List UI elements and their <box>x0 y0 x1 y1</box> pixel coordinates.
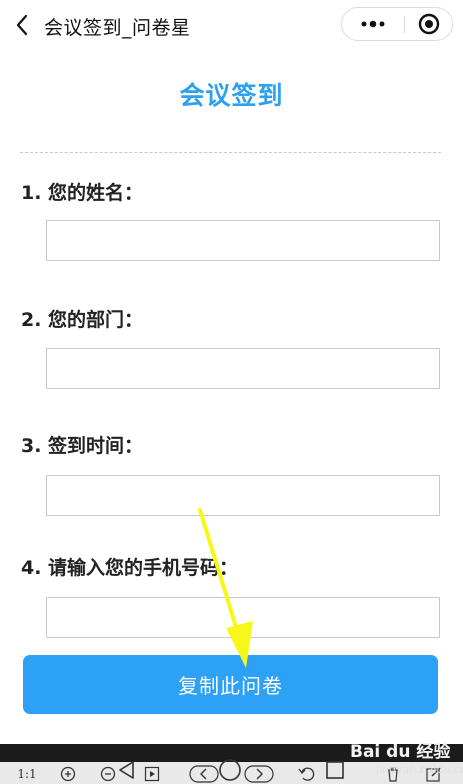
zoom-in-icon <box>60 766 76 782</box>
more-dots-icon <box>361 20 385 28</box>
play-button[interactable] <box>142 764 162 784</box>
target-close-icon <box>418 13 440 35</box>
page-title: 会议签到_问卷星 <box>44 17 191 39</box>
question-1-label: 1. 您的姓名： <box>21 182 144 204</box>
nav-home-button[interactable] <box>216 757 244 783</box>
close-mini-program-button[interactable] <box>412 8 446 40</box>
nav-back-button[interactable] <box>114 757 140 783</box>
form-title: 会议签到 <box>179 81 284 110</box>
more-button[interactable] <box>352 8 394 40</box>
next-page-button[interactable] <box>244 764 274 784</box>
title-divider <box>20 152 441 153</box>
checkin-time-input[interactable] <box>46 475 440 516</box>
watermark-url-text: jingyan.baidu.com <box>376 763 463 776</box>
rotate-button[interactable] <box>296 764 318 784</box>
capsule-divider <box>404 16 405 33</box>
question-2-label: 2. 您的部门： <box>21 309 144 331</box>
phone-input[interactable] <box>46 597 440 638</box>
department-input[interactable] <box>46 348 440 389</box>
watermark-main-text: Bai du 经验 <box>350 742 451 762</box>
question-4-label: 4. 请输入您的手机号码： <box>21 557 239 579</box>
mini-program-capsule <box>341 7 453 41</box>
chevron-right-circle-icon <box>244 765 274 783</box>
copy-survey-button[interactable]: 复制此问卷 <box>23 655 438 714</box>
circle-home-icon <box>219 759 241 781</box>
play-box-icon <box>144 766 160 782</box>
triangle-back-icon <box>119 761 134 779</box>
rotate-icon <box>298 767 315 781</box>
question-3-label: 3. 签到时间： <box>21 435 144 457</box>
nav-recent-button[interactable] <box>322 757 348 783</box>
top-bar: 会议签到_问卷星 <box>0 0 463 52</box>
zoom-ratio-label[interactable]: 1:1 <box>14 764 40 784</box>
chevron-left-icon <box>16 14 28 36</box>
baidu-jingyan-watermark: Bai du 经验 jingyan.baidu.com <box>348 737 463 783</box>
chevron-left-circle-icon <box>189 765 219 783</box>
square-recent-icon <box>326 761 344 779</box>
back-button[interactable] <box>10 12 34 38</box>
name-input[interactable] <box>46 220 440 261</box>
zoom-in-button[interactable] <box>58 764 78 784</box>
